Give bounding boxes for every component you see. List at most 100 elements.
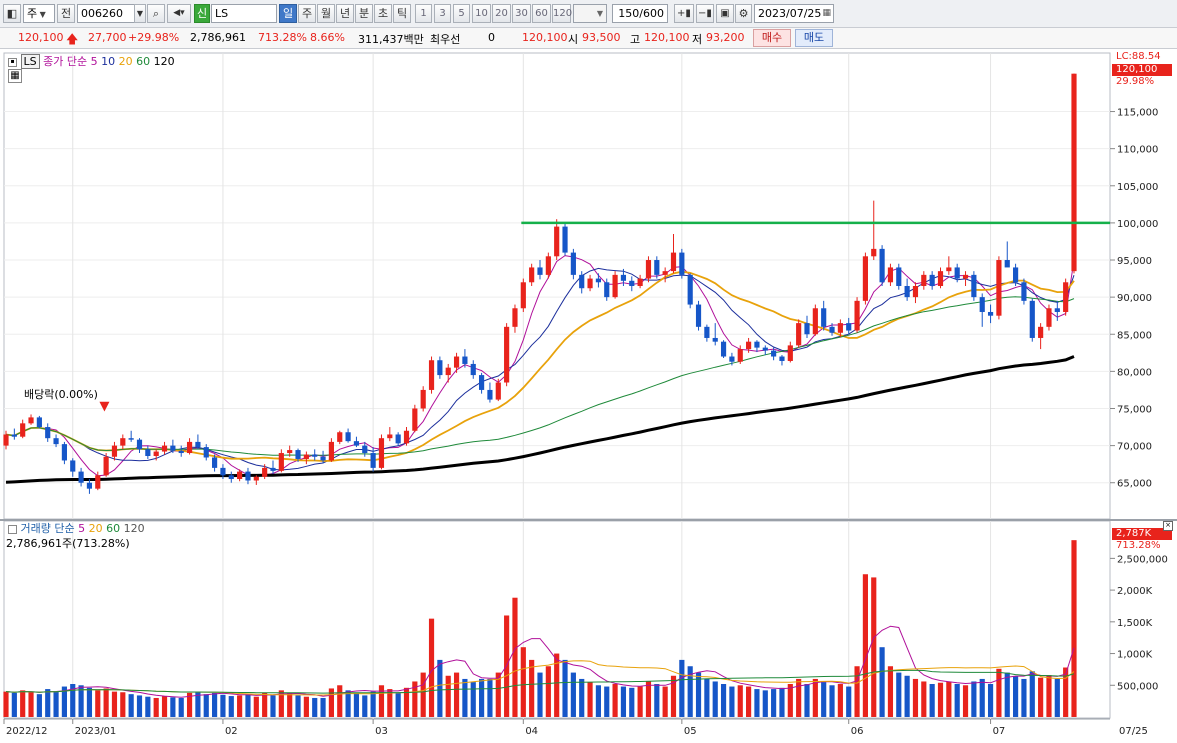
- volume-bar: [487, 678, 493, 717]
- candle-body: [28, 417, 34, 424]
- volume-bar: [212, 692, 218, 717]
- candle-body: [804, 323, 810, 335]
- stock-code-input[interactable]: 006260: [77, 4, 135, 23]
- period-tab-minute[interactable]: 분: [355, 4, 373, 23]
- candle-body: [237, 471, 243, 480]
- vma-5-label[interactable]: 5: [78, 522, 85, 535]
- candle-body: [912, 286, 919, 298]
- volume-bar: [779, 687, 785, 717]
- volume-bar: [929, 684, 935, 717]
- stock-name-field[interactable]: LS: [211, 4, 277, 23]
- gear-icon[interactable]: ⚙: [735, 4, 752, 23]
- volume-axis-label: 500,000: [1117, 681, 1158, 692]
- low-label: 저: [692, 33, 703, 46]
- priority-label: 최우선: [430, 33, 461, 46]
- candle: [562, 222, 568, 256]
- ma-120-label[interactable]: 120: [154, 55, 175, 68]
- new-stock-badge[interactable]: 신: [194, 4, 210, 23]
- interval-button-60[interactable]: 60: [532, 4, 551, 23]
- candle-body: [203, 447, 209, 458]
- table-grid-icon[interactable]: ▦: [8, 69, 22, 83]
- volume-bar: [1021, 678, 1027, 717]
- volume-bar: [36, 694, 42, 717]
- zoom-in-icon[interactable]: +▮: [674, 4, 694, 23]
- symbol-tag[interactable]: LS: [20, 54, 40, 69]
- ma-5-label[interactable]: 5: [91, 55, 98, 68]
- volume-bar: [136, 695, 143, 717]
- chart-canvas[interactable]: 115,000 110,000 105,000 100,000 95,000 90,000…: [0, 49, 1177, 740]
- candle-body: [412, 408, 418, 431]
- volume-bar: [946, 681, 952, 717]
- prev-button[interactable]: 전: [57, 4, 75, 23]
- candle: [854, 297, 860, 333]
- volume-bar: [912, 678, 919, 717]
- market-type-select[interactable]: 주 ▼: [23, 4, 55, 23]
- date-field[interactable]: 2023/07/25 ▦: [754, 4, 834, 23]
- zoom-out-icon[interactable]: −▮: [696, 4, 714, 23]
- interval-button-10[interactable]: 10: [472, 4, 491, 23]
- candle: [612, 271, 618, 299]
- candle-body: [70, 460, 76, 472]
- candle-body: [687, 274, 693, 305]
- vma-20-label[interactable]: 20: [89, 522, 103, 535]
- period-tab-week[interactable]: 주: [298, 4, 316, 23]
- low-price: 93,200: [706, 31, 745, 44]
- volume-bar: [987, 684, 994, 717]
- volume-toggle-icon[interactable]: [8, 524, 17, 534]
- period-tab-day[interactable]: 일: [279, 4, 297, 23]
- custom-interval-select[interactable]: ▼: [573, 4, 607, 23]
- search-icon[interactable]: ⌕: [147, 4, 165, 23]
- vma-60-label[interactable]: 60: [106, 522, 120, 535]
- interval-button-120[interactable]: 120: [552, 4, 572, 23]
- candle-body: [495, 382, 501, 400]
- display-count-field[interactable]: 150/600: [612, 4, 668, 23]
- price-axis-label: 75,000: [1117, 404, 1152, 415]
- lc-label: LC:88.54: [1116, 51, 1161, 62]
- candle-body: [587, 278, 593, 289]
- ma-60-label[interactable]: 60: [136, 55, 150, 68]
- volume-title[interactable]: 거래량 단순: [21, 522, 75, 535]
- vma-120-label[interactable]: 120: [124, 522, 145, 535]
- ma-title[interactable]: 종가 단순: [43, 55, 87, 68]
- volume-bar: [362, 695, 368, 717]
- volume-bar: [887, 666, 894, 717]
- buy-button[interactable]: 매수: [753, 29, 791, 47]
- price-axis-label: 100,000: [1117, 219, 1158, 230]
- candle-body: [662, 271, 668, 275]
- candle: [695, 300, 702, 331]
- candle-body: [612, 274, 618, 298]
- code-dropdown-icon[interactable]: ▼: [134, 4, 146, 23]
- window-menu-icon[interactable]: ◧: [3, 4, 21, 23]
- calendar-icon[interactable]: ▦: [822, 5, 831, 22]
- interval-button-1[interactable]: 1: [415, 4, 432, 23]
- period-tab-month[interactable]: 월: [317, 4, 335, 23]
- volume-bar: [28, 692, 34, 717]
- candle-body: [78, 471, 84, 483]
- period-tab-year[interactable]: 년: [336, 4, 354, 23]
- volume-axis-label: 1,000K: [1117, 650, 1153, 661]
- period-tab-tick[interactable]: 틱: [393, 4, 411, 23]
- ma-20-label[interactable]: 20: [119, 55, 133, 68]
- volume-bar: [312, 697, 318, 717]
- interval-button-3[interactable]: 3: [434, 4, 451, 23]
- candle-body: [979, 297, 985, 312]
- candle-body: [53, 438, 59, 445]
- save-icon[interactable]: ▣: [716, 4, 734, 23]
- candle: [879, 245, 885, 286]
- interval-button-5[interactable]: 5: [453, 4, 470, 23]
- panel-toggle-icon[interactable]: ▪: [8, 57, 17, 67]
- volume-bar: [612, 684, 618, 717]
- candle: [1029, 298, 1035, 342]
- interval-button-30[interactable]: 30: [512, 4, 531, 23]
- sell-button[interactable]: 매도: [795, 29, 833, 47]
- speaker-icon[interactable]: ◀▾: [167, 4, 191, 23]
- close-panel-icon[interactable]: ×: [1163, 521, 1173, 531]
- volume-bar: [370, 691, 376, 717]
- ma-10-label[interactable]: 10: [101, 55, 115, 68]
- candle-body: [762, 347, 768, 351]
- volume-bar: [587, 682, 593, 717]
- volume-bar: [979, 678, 985, 717]
- period-tab-second[interactable]: 초: [374, 4, 392, 23]
- candle-body: [887, 267, 894, 283]
- interval-button-20[interactable]: 20: [492, 4, 511, 23]
